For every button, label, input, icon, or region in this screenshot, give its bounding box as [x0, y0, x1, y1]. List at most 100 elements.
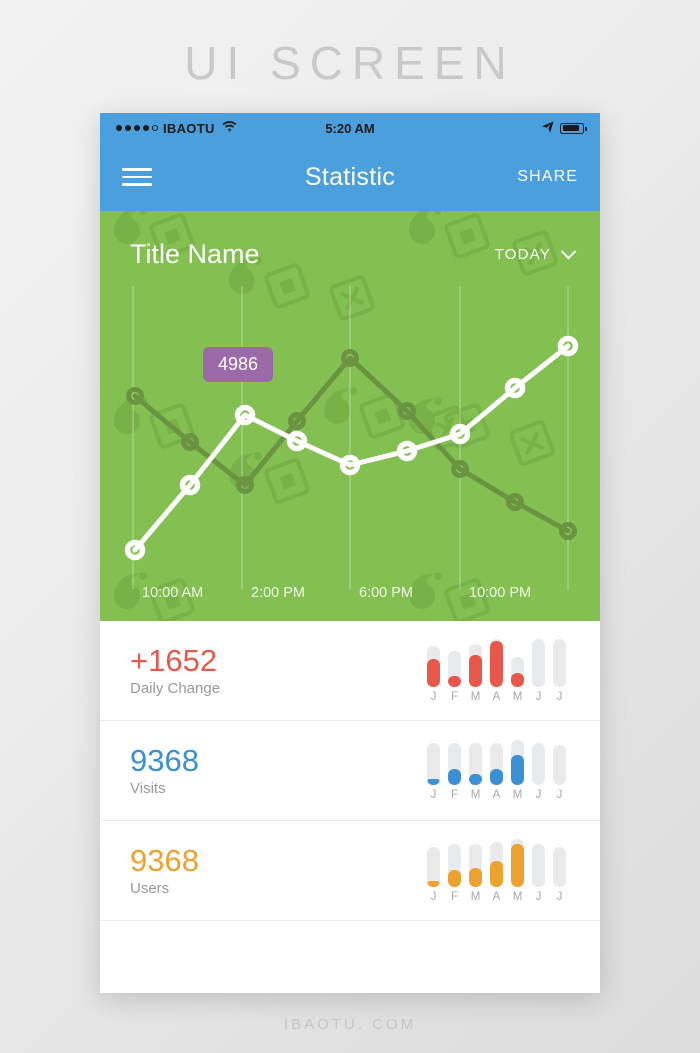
bar-track	[490, 841, 503, 887]
chart-points-secondary	[126, 349, 577, 540]
bar-track	[511, 656, 524, 687]
bar-fill	[427, 881, 440, 887]
stat-label: Visits	[130, 780, 166, 798]
bar-month-label: J	[556, 788, 563, 801]
bar-month-label: A	[492, 690, 501, 703]
phone-frame: IBAOTU 5:20 AM Statistic SHARE Title Nam…	[100, 113, 600, 993]
bar-month-label: M	[470, 690, 481, 703]
bar-fill	[427, 658, 440, 687]
bar-track	[427, 645, 440, 687]
battery-icon	[560, 122, 587, 134]
bar-month-label: J	[535, 890, 542, 903]
axis-tick-1: 2:00 PM	[251, 585, 305, 601]
bar-fill	[511, 755, 524, 785]
bar-column-6[interactable]: J	[553, 847, 566, 903]
stat-text: +1652 Daily Change	[130, 642, 221, 698]
stat-row-visits[interactable]: 9368 Visits J F M A M J J	[100, 721, 600, 821]
stat-value: 9368	[130, 842, 199, 878]
bar-track	[448, 650, 461, 687]
status-bar: IBAOTU 5:20 AM	[100, 113, 600, 143]
range-label: TODAY	[494, 246, 551, 263]
stat-bar-chart: JFMAMJJ	[427, 638, 566, 703]
bar-month-label: A	[492, 890, 501, 903]
bar-column-0[interactable]: J	[427, 847, 440, 903]
chart-axis-labels: 10:00 AM 2:00 PM 6:00 PM 10:00 PM	[100, 585, 600, 605]
bar-track	[427, 742, 440, 785]
bar-column-3[interactable]: A	[490, 638, 503, 703]
bar-column-6[interactable]: J	[553, 745, 566, 801]
bar-column-2[interactable]: M	[469, 742, 482, 801]
bar-track	[532, 742, 545, 785]
bar-month-label: M	[512, 788, 523, 801]
status-bar-time: 5:20 AM	[325, 120, 375, 136]
chart-panel-header: Title Name TODAY	[100, 211, 600, 270]
bar-fill	[511, 844, 524, 887]
bar-column-6[interactable]: J	[553, 638, 566, 703]
bar-month-label: F	[450, 690, 459, 703]
page-title: UI SCREEN	[184, 37, 516, 89]
chart-title: Title Name	[130, 239, 260, 269]
bar-track	[490, 742, 503, 785]
line-chart	[124, 286, 579, 589]
chart-tooltip: 4986	[203, 347, 274, 382]
bar-month-label: M	[512, 890, 523, 903]
bar-month-label: J	[430, 788, 437, 801]
bar-fill	[511, 673, 524, 687]
bar-track	[469, 644, 482, 687]
chevron-down-icon	[560, 243, 577, 260]
bar-column-4[interactable]: M	[511, 838, 524, 903]
bar-fill	[427, 779, 440, 785]
bar-month-label: J	[430, 690, 437, 703]
bar-month-label: A	[492, 788, 501, 801]
chart-panel: Title Name TODAY 4986 10:00 AM 2:00 PM 6:0…	[100, 211, 600, 621]
bar-column-4[interactable]: M	[511, 740, 524, 801]
bar-column-0[interactable]: J	[427, 645, 440, 703]
bar-column-4[interactable]: M	[511, 656, 524, 703]
bar-track	[427, 847, 440, 887]
bar-month-label: F	[450, 788, 459, 801]
stat-text: 9368 Users	[130, 842, 199, 898]
bar-track	[448, 844, 461, 887]
range-selector[interactable]: TODAY	[494, 243, 577, 263]
bar-fill	[490, 769, 503, 785]
share-button[interactable]: SHARE	[517, 168, 578, 186]
status-bar-right	[542, 121, 587, 136]
bar-column-1[interactable]: F	[448, 844, 461, 903]
bar-fill	[469, 654, 482, 687]
bar-fill	[490, 861, 503, 887]
bar-month-label: F	[450, 890, 459, 903]
bar-column-1[interactable]: F	[448, 650, 461, 703]
navbar: Statistic SHARE	[100, 143, 600, 211]
stat-row-users[interactable]: 9368 Users J F M A M J J	[100, 821, 600, 921]
bar-column-5[interactable]: J	[532, 638, 545, 703]
stat-value: +1652	[130, 642, 218, 678]
bar-track	[448, 742, 461, 785]
chart-gridlines	[132, 286, 569, 589]
bar-column-3[interactable]: A	[490, 742, 503, 801]
stat-value: 9368	[130, 742, 199, 778]
axis-tick-3: 10:00 PM	[469, 585, 532, 601]
bar-track	[532, 844, 545, 887]
bar-column-1[interactable]: F	[448, 742, 461, 801]
bar-column-3[interactable]: A	[490, 841, 503, 903]
bar-track	[553, 638, 566, 687]
bar-fill	[469, 774, 482, 785]
bar-fill	[448, 870, 461, 887]
bar-track	[469, 742, 482, 785]
bar-column-2[interactable]: M	[469, 644, 482, 703]
stat-row-daily-change[interactable]: +1652 Daily Change J F M A M J J	[100, 621, 600, 721]
bar-column-5[interactable]: J	[532, 742, 545, 801]
bar-column-5[interactable]: J	[532, 844, 545, 903]
chart-line-secondary	[132, 355, 571, 534]
bar-month-label: J	[556, 890, 563, 903]
location-arrow-icon	[542, 121, 554, 136]
bar-column-2[interactable]: M	[469, 844, 482, 903]
bar-column-0[interactable]: J	[427, 742, 440, 801]
bar-track	[553, 745, 566, 785]
bar-track	[553, 847, 566, 887]
bar-track	[511, 838, 524, 887]
page-footer: IBAOTU. COM	[283, 1016, 417, 1033]
axis-tick-2: 6:00 PM	[359, 585, 413, 601]
stat-label: Users	[130, 880, 170, 898]
stat-label: Daily Change	[130, 680, 221, 698]
